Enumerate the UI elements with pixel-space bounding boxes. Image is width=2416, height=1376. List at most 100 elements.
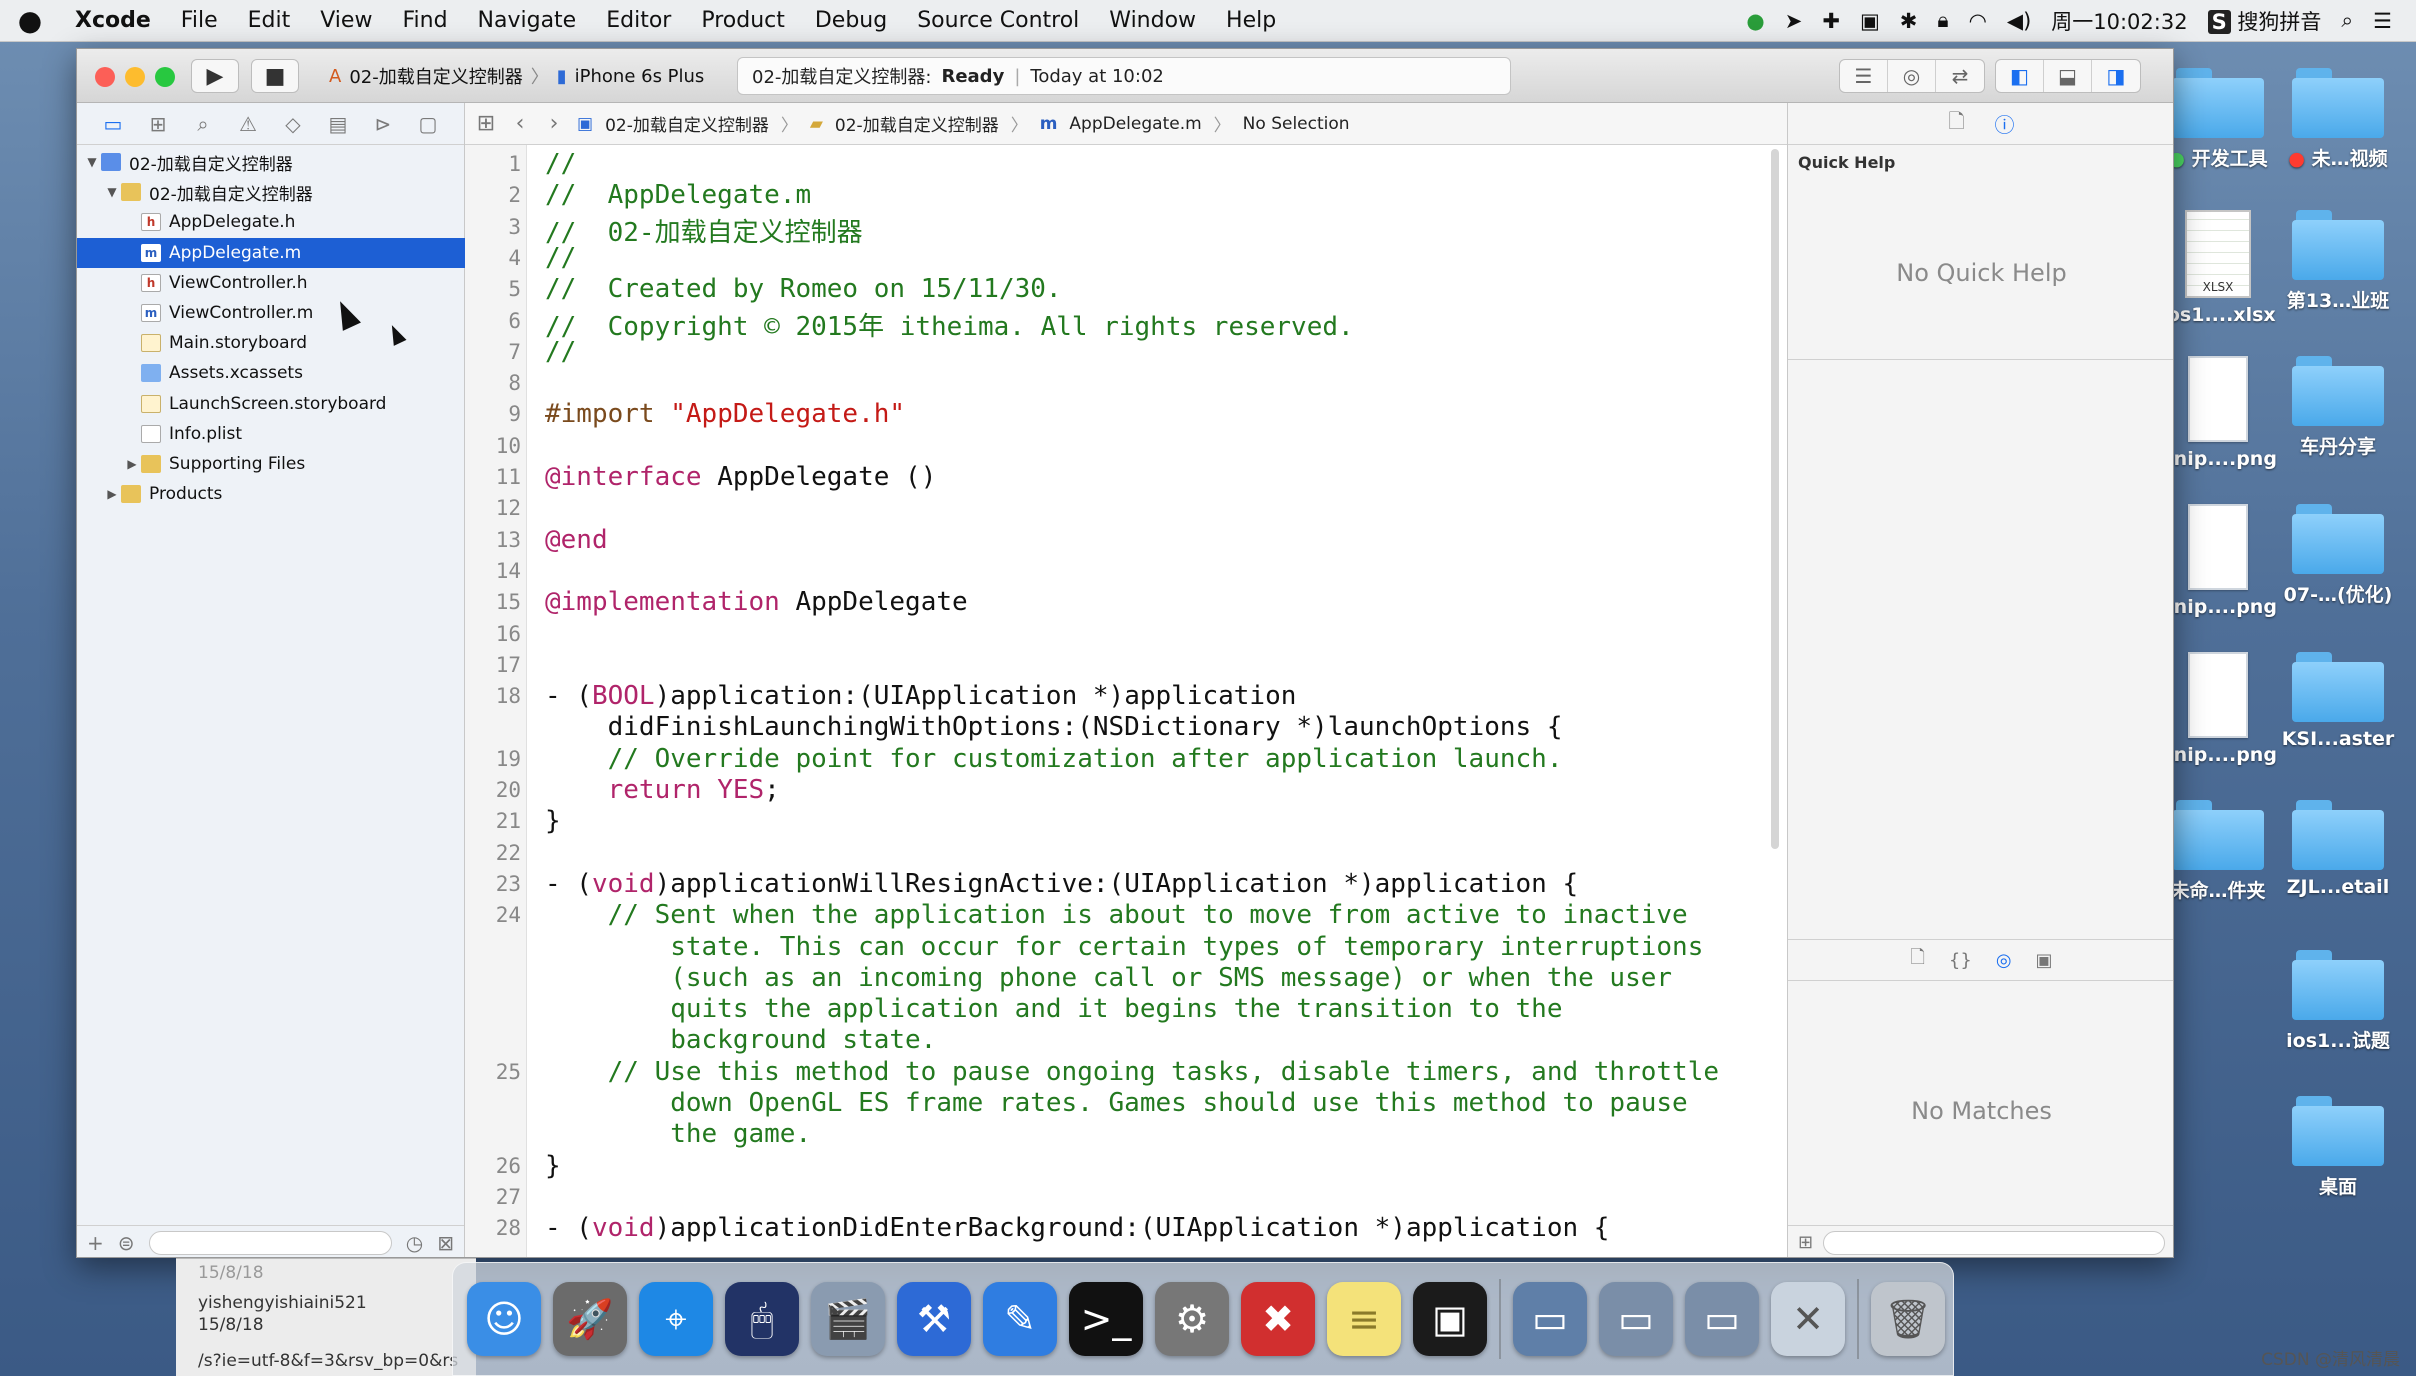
file-template-library-icon[interactable]: 🗋︎	[1910, 945, 1924, 975]
zoom-window-button[interactable]	[155, 67, 175, 87]
volume-icon[interactable]: ◀︎)	[2007, 9, 2031, 33]
file-inspector-icon[interactable]: 🗋︎	[1948, 107, 1964, 141]
desktop-icon[interactable]: Snip....png	[2160, 504, 2277, 618]
dock-photo-app-icon[interactable]: 🎬	[811, 1282, 885, 1356]
dock-safari-icon[interactable]: ⌖	[639, 1282, 713, 1356]
dock-xcode-icon[interactable]: ⚒	[897, 1282, 971, 1356]
lock-icon[interactable]: 🔒︎	[1937, 8, 1948, 33]
scheme-selector[interactable]: A 02-加载自定义控制器 〉 ▮ iPhone 6s Plus	[329, 59, 771, 93]
menu-item[interactable]: Product	[686, 8, 800, 33]
dock-notes-icon[interactable]: ≡	[1327, 1282, 1401, 1356]
desktop-icon[interactable]: Snip....png	[2160, 652, 2277, 766]
menu-item[interactable]: Help	[1211, 8, 1291, 33]
clock[interactable]: 周一10:02:32	[2051, 6, 2187, 36]
apple-menu-icon[interactable]: ●	[0, 4, 60, 37]
wifi-icon[interactable]: ◠	[1969, 9, 1987, 33]
test-navigator-tab-icon[interactable]: ◇	[277, 112, 309, 136]
line-number-gutter[interactable]: 1 2 3 4 5 6 7 8 9 10 11 12 13 14 15 16 17 18 19 20 21 22 23 24 2…	[465, 145, 527, 1257]
toggle-navigator-icon[interactable]: ◧	[1996, 60, 2044, 92]
navigator-item[interactable]: Info.plist	[77, 419, 465, 449]
dock-trash-icon[interactable]: 🗑	[1871, 1282, 1945, 1356]
desktop-icon[interactable]: XLSX ios1....xlsx	[2160, 210, 2276, 326]
network-icon[interactable]: ✚	[1822, 9, 1840, 33]
navigator-item[interactable]: Assets.xcassets	[77, 358, 465, 388]
navigator-filter-input[interactable]	[148, 1230, 392, 1255]
toggle-utilities-icon[interactable]: ◨	[2092, 60, 2140, 92]
menu-item[interactable]: View	[305, 8, 387, 33]
version-editor-icon[interactable]: ⇄	[1936, 60, 1984, 92]
spotlight-icon[interactable]: ⌕	[2341, 8, 2353, 33]
dock-xmind-icon[interactable]: ✖	[1241, 1282, 1315, 1356]
menu-item[interactable]: Source Control	[902, 8, 1094, 33]
jump-crumb-group[interactable]: 02-加载自定义控制器	[835, 111, 999, 136]
location-icon[interactable]: ➤	[1785, 9, 1803, 33]
menu-item[interactable]: Navigate	[463, 8, 592, 33]
filter-icon[interactable]: ⊜	[118, 1231, 135, 1255]
desktop-icon[interactable]: Snip....png	[2160, 356, 2277, 470]
dock-console-icon[interactable]: ▣	[1413, 1282, 1487, 1356]
code-snippet-library-icon[interactable]: {}	[1949, 950, 1972, 971]
menu-item[interactable]: Edit	[233, 8, 306, 33]
breakpoint-navigator-tab-icon[interactable]: ⊳	[367, 112, 399, 136]
navigator-item[interactable]: h AppDelegate.h	[77, 207, 465, 237]
navigator-item[interactable]: ▼ 02-加载自定义控制器	[77, 147, 465, 177]
dock-launchpad-icon[interactable]: 🚀	[553, 1282, 627, 1356]
desktop-icon[interactable]: 桌面	[2280, 1096, 2396, 1199]
dock-app-developer-icon[interactable]: ✎	[983, 1282, 1057, 1356]
desktop-icon[interactable]: 未命…件夹	[2160, 800, 2276, 903]
jump-crumb-file[interactable]: AppDelegate.m	[1069, 114, 1201, 134]
dock-terminal-icon[interactable]: >_	[1069, 1282, 1143, 1356]
forward-icon[interactable]: ›	[543, 111, 565, 136]
disclosure-closed-icon[interactable]: ▶	[123, 457, 141, 471]
navigator-item[interactable]: ▶ Products	[77, 479, 465, 509]
close-window-button[interactable]	[95, 67, 115, 87]
desktop-icon[interactable]: ios1...试题	[2280, 950, 2396, 1053]
desktop-icon[interactable]: ● 未…视频	[2280, 68, 2396, 171]
desktop-icon[interactable]: KSI...aster	[2280, 652, 2396, 750]
standard-editor-icon[interactable]: ☰	[1840, 60, 1888, 92]
add-icon[interactable]: +	[87, 1231, 104, 1255]
desktop-icon[interactable]: 07-…(优化)	[2280, 504, 2396, 607]
navigator-item[interactable]: Main.storyboard	[77, 328, 465, 358]
disclosure-open-icon[interactable]: ▼	[83, 155, 101, 169]
related-items-icon[interactable]: ⊞	[475, 111, 497, 136]
navigator-item[interactable]: ▶ Supporting Files	[77, 449, 465, 479]
object-library-icon[interactable]: ◎	[1996, 950, 2012, 971]
back-icon[interactable]: ‹	[509, 111, 531, 136]
sync-icon[interactable]: ●	[1746, 9, 1764, 33]
project-navigator-tab-icon[interactable]: ▭	[97, 112, 129, 136]
desktop-icon[interactable]: 车丹分享	[2280, 356, 2396, 459]
media-library-icon[interactable]: ▣	[2036, 950, 2053, 971]
menu-item[interactable]: Editor	[591, 8, 686, 33]
assistant-editor-icon[interactable]: ◎	[1888, 60, 1936, 92]
dock-screen-share-3-icon[interactable]: ▭	[1685, 1282, 1759, 1356]
scm-filter-icon[interactable]: ⊠	[437, 1231, 454, 1255]
report-navigator-tab-icon[interactable]: ▢	[412, 112, 444, 136]
find-navigator-tab-icon[interactable]: ⌕	[187, 112, 219, 136]
source-editor[interactable]: 1 2 3 4 5 6 7 8 9 10 11 12 13 14 15 16 17 18 19 20 21 22 23 24 2…	[465, 145, 1787, 1257]
navigator-item[interactable]: ▼ 02-加载自定义控制器	[77, 177, 465, 207]
jump-crumb-selection[interactable]: No Selection	[1243, 114, 1350, 134]
toggle-debug-area-icon[interactable]: ⬓	[2044, 60, 2092, 92]
dock-screen-share-2-icon[interactable]: ▭	[1599, 1282, 1673, 1356]
desktop-icon[interactable]: ● 开发工具	[2160, 68, 2276, 171]
minimize-window-button[interactable]	[125, 67, 145, 87]
input-method[interactable]: S 搜狗拼音	[2207, 6, 2321, 36]
menu-item[interactable]: Debug	[800, 8, 902, 33]
debug-navigator-tab-icon[interactable]: ▤	[322, 112, 354, 136]
menu-app[interactable]: Xcode	[60, 8, 166, 33]
menu-item[interactable]: File	[166, 8, 233, 33]
desktop-icon[interactable]: 第13…业班	[2280, 210, 2396, 313]
navigator-item[interactable]: m AppDelegate.m	[77, 237, 465, 268]
navigator-item[interactable]: m ViewController.m	[77, 298, 465, 328]
camera-icon[interactable]: ▣	[1860, 9, 1880, 33]
editor-scrollbar[interactable]	[1771, 149, 1779, 849]
run-button[interactable]: ▶	[191, 59, 239, 93]
dock-finder-icon[interactable]: ☺	[467, 1282, 541, 1356]
disclosure-closed-icon[interactable]: ▶	[103, 487, 121, 501]
dock-screen-share-1-icon[interactable]: ▭	[1513, 1282, 1587, 1356]
desktop-icon[interactable]: ZJL...etail	[2280, 800, 2396, 898]
notification-center-icon[interactable]: ☰	[2373, 9, 2392, 33]
grid-view-icon[interactable]: ⊞	[1798, 1232, 1813, 1253]
dock-document-x-icon[interactable]: ✕	[1771, 1282, 1845, 1356]
